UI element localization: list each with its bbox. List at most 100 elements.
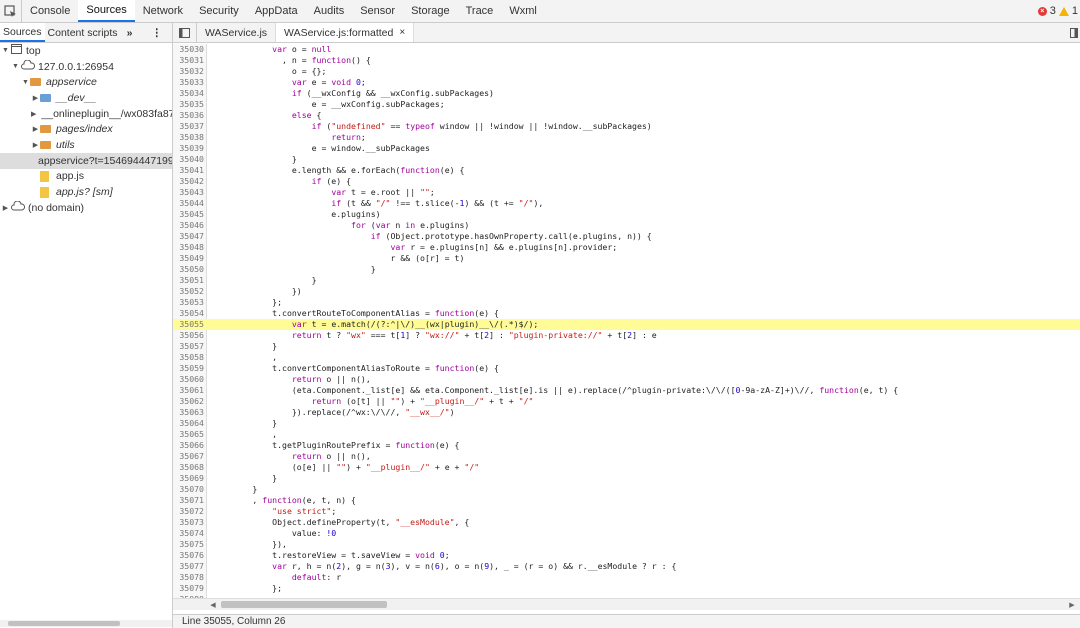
code-line[interactable]: 35060 return o || n(), [173, 374, 1080, 385]
code-horizontal-scrollbar[interactable]: ◀ ▶ [173, 598, 1080, 610]
line-number[interactable]: 35044 [173, 198, 207, 209]
tab-wxml[interactable]: Wxml [501, 0, 545, 22]
code-editor[interactable]: 35030 var o = null 35031 , n = function()… [173, 44, 1080, 598]
line-number[interactable]: 35067 [173, 451, 207, 462]
line-number[interactable]: 35075 [173, 539, 207, 550]
tab-appdata[interactable]: AppData [247, 0, 306, 22]
code-line[interactable]: 35072 "use strict"; [173, 506, 1080, 517]
expand-arrow-icon[interactable]: ▼ [1, 47, 10, 54]
code-line[interactable]: 35055 var t = e.match(/(?:^|\/)__(wx|plu… [173, 319, 1080, 330]
line-number[interactable]: 35071 [173, 495, 207, 506]
code-line[interactable]: 35076 t.restoreView = t.saveView = void … [173, 550, 1080, 561]
tree-item[interactable]: appservice?t=154694447199 [0, 152, 172, 169]
line-number[interactable]: 35079 [173, 583, 207, 594]
tree-item[interactable]: ▼ top [0, 43, 172, 59]
code-line[interactable]: 35044 if (t && "/" !== t.slice(-1) && (t… [173, 198, 1080, 209]
line-number[interactable]: 35042 [173, 176, 207, 187]
line-number[interactable]: 35060 [173, 374, 207, 385]
code-line[interactable]: 35051 } [173, 275, 1080, 286]
line-number[interactable]: 35031 [173, 55, 207, 66]
tab-security[interactable]: Security [191, 0, 247, 22]
expand-arrow-icon[interactable]: ▼ [21, 79, 30, 86]
code-line[interactable]: 35035 e = __wxConfig.subPackages; [173, 99, 1080, 110]
code-line[interactable]: 35061 (eta.Component._list[e] && eta.Com… [173, 385, 1080, 396]
code-scroll-thumb[interactable] [221, 601, 387, 608]
toggle-navigator-icon[interactable] [173, 23, 197, 42]
editor-tab-waservice-formatted[interactable]: WAService.js:formatted × [276, 23, 415, 42]
close-tab-icon[interactable]: × [399, 27, 405, 38]
line-number[interactable]: 35078 [173, 572, 207, 583]
line-number[interactable]: 35041 [173, 165, 207, 176]
line-number[interactable]: 35045 [173, 209, 207, 220]
code-line[interactable]: 35071 , function(e, t, n) { [173, 495, 1080, 506]
code-line[interactable]: 35073 Object.defineProperty(t, "__esModu… [173, 517, 1080, 528]
tab-audits[interactable]: Audits [306, 0, 353, 22]
line-number[interactable]: 35030 [173, 44, 207, 55]
toggle-debugger-icon[interactable] [1068, 23, 1080, 42]
tree-item[interactable]: app.js? [sm] [0, 184, 172, 200]
scroll-right-icon[interactable]: ▶ [1066, 599, 1078, 610]
code-line[interactable]: 35031 , n = function() { [173, 55, 1080, 66]
line-number[interactable]: 35039 [173, 143, 207, 154]
line-number[interactable]: 35076 [173, 550, 207, 561]
code-line[interactable]: 35039 e = window.__subPackages [173, 143, 1080, 154]
line-number[interactable]: 35038 [173, 132, 207, 143]
code-line[interactable]: 35064 } [173, 418, 1080, 429]
code-line[interactable]: 35032 o = {}; [173, 66, 1080, 77]
code-line[interactable]: 35049 r && (o[r] = t) [173, 253, 1080, 264]
code-line[interactable]: 35042 if (e) { [173, 176, 1080, 187]
line-number[interactable]: 35055 [173, 319, 207, 330]
collapse-arrow-icon[interactable]: ▶ [31, 125, 40, 133]
line-number[interactable]: 35034 [173, 88, 207, 99]
line-number[interactable]: 35073 [173, 517, 207, 528]
tree-item[interactable]: ▶ __dev__ [0, 90, 172, 106]
line-number[interactable]: 35032 [173, 66, 207, 77]
line-number[interactable]: 35036 [173, 110, 207, 121]
line-number[interactable]: 35059 [173, 363, 207, 374]
line-number[interactable]: 35050 [173, 264, 207, 275]
line-number[interactable]: 35046 [173, 220, 207, 231]
line-number[interactable]: 35053 [173, 297, 207, 308]
code-line[interactable]: 35056 return t ? "wx" === t[1] ? "wx://"… [173, 330, 1080, 341]
code-line[interactable]: 35052 }) [173, 286, 1080, 297]
line-number[interactable]: 35040 [173, 154, 207, 165]
code-line[interactable]: 35047 if (Object.prototype.hasOwnPropert… [173, 231, 1080, 242]
code-line[interactable]: 35033 var e = void 0; [173, 77, 1080, 88]
code-line[interactable]: 35053 }; [173, 297, 1080, 308]
code-line[interactable]: 35069 } [173, 473, 1080, 484]
line-number[interactable]: 35074 [173, 528, 207, 539]
tab-sources[interactable]: Sources [0, 23, 45, 42]
code-line[interactable]: 35074 value: !0 [173, 528, 1080, 539]
scroll-left-icon[interactable]: ◀ [207, 599, 219, 610]
code-line[interactable]: 35066 t.getPluginRoutePrefix = function(… [173, 440, 1080, 451]
code-line[interactable]: 35048 var r = e.plugins[n] && e.plugins[… [173, 242, 1080, 253]
code-line[interactable]: 35063 }).replace(/^wx:\/\//, "__wx__/") [173, 407, 1080, 418]
code-line[interactable]: 35070 } [173, 484, 1080, 495]
line-number[interactable]: 35077 [173, 561, 207, 572]
line-number[interactable]: 35061 [173, 385, 207, 396]
code-line[interactable]: 35062 return (o[t] || "") + "__plugin__/… [173, 396, 1080, 407]
line-number[interactable]: 35049 [173, 253, 207, 264]
code-line[interactable]: 35036 else { [173, 110, 1080, 121]
line-number[interactable]: 35064 [173, 418, 207, 429]
line-number[interactable]: 35062 [173, 396, 207, 407]
code-line[interactable]: 35079 }; [173, 583, 1080, 594]
more-tabs-icon[interactable]: » [121, 23, 139, 42]
tree-item[interactable]: app.js [0, 169, 172, 185]
tree-item[interactable]: ▼ appservice [0, 74, 172, 90]
line-number[interactable]: 35048 [173, 242, 207, 253]
line-number[interactable]: 35047 [173, 231, 207, 242]
line-number[interactable]: 35058 [173, 352, 207, 363]
tree-item[interactable]: ▼ 127.0.0.1:26954 [0, 59, 172, 75]
navigator-menu-icon[interactable]: ⋮ [142, 23, 173, 42]
tree-item[interactable]: ▶ pages/index [0, 121, 172, 137]
collapse-arrow-icon[interactable]: ▶ [31, 141, 40, 149]
code-line[interactable]: 35050 } [173, 264, 1080, 275]
navigator-scroll-thumb[interactable] [8, 621, 120, 626]
code-line[interactable]: 35059 t.convertComponentAliasToRoute = f… [173, 363, 1080, 374]
code-line[interactable]: 35030 var o = null [173, 44, 1080, 55]
code-line[interactable]: 35054 t.convertRouteToComponentAlias = f… [173, 308, 1080, 319]
line-number[interactable]: 35033 [173, 77, 207, 88]
collapse-arrow-icon[interactable]: ▶ [31, 94, 40, 102]
code-line[interactable]: 35040 } [173, 154, 1080, 165]
